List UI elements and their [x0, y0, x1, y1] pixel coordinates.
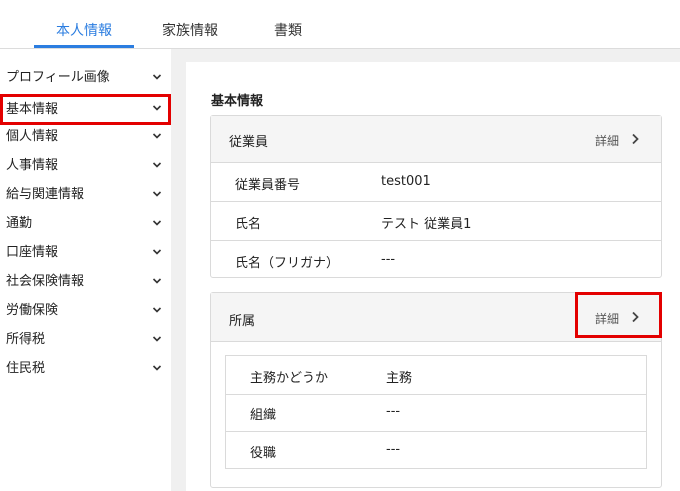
sidebar-item-label: 社会保険情報	[6, 274, 85, 289]
sidebar-item-hr[interactable]: 人事情報	[0, 152, 171, 180]
employee-detail-link[interactable]: 詳細	[595, 116, 645, 162]
sidebar-item-salary[interactable]: 給与関連情報	[0, 181, 171, 209]
sidebar-item-label: 口座情報	[6, 245, 59, 260]
row-value: テスト 従業員1	[381, 217, 472, 232]
sidebar-item-commute[interactable]: 通勤	[0, 210, 171, 238]
chevron-down-icon	[152, 191, 162, 197]
sidebar-item-basic-info[interactable]: 基本情報	[0, 94, 171, 125]
sidebar-item-label: 給与関連情報	[6, 187, 85, 202]
row-value: ---	[386, 404, 401, 419]
chevron-down-icon	[152, 249, 162, 255]
chevron-down-icon	[152, 307, 162, 313]
employee-card: 従業員 詳細 従業員番号 test001 氏名 テスト 従業員1 氏名（フリガナ…	[210, 115, 662, 278]
detail-highlight-box	[575, 292, 662, 338]
chevron-down-icon	[152, 74, 162, 80]
detail-label: 詳細	[595, 134, 620, 148]
chevron-down-icon	[152, 336, 162, 342]
sidebar-item-label: 個人情報	[6, 129, 59, 144]
tab-personal-info[interactable]: 本人情報	[34, 0, 134, 48]
row-key: 組織	[250, 408, 277, 423]
employee-card-header: 従業員 詳細	[211, 116, 661, 163]
row-key: 氏名	[235, 217, 262, 232]
sidebar-item-profile-image[interactable]: プロフィール画像	[0, 64, 171, 92]
sidebar-item-bank[interactable]: 口座情報	[0, 239, 171, 267]
top-tab-bar: 本人情報 家族情報 書類	[0, 0, 680, 49]
section-title: 基本情報	[211, 94, 264, 109]
table-row: 役職 ---	[226, 431, 646, 469]
table-row: 主務かどうか 主務	[226, 356, 646, 395]
chevron-right-icon	[632, 133, 639, 145]
row-value: test001	[381, 174, 431, 189]
row-value: ---	[386, 442, 401, 457]
row-key: 氏名（フリガナ）	[235, 256, 340, 271]
affiliation-card-title: 所属	[229, 314, 256, 329]
chevron-down-icon	[152, 133, 162, 139]
row-key: 従業員番号	[235, 178, 301, 193]
sidebar-item-label: 住民税	[6, 361, 46, 376]
sidebar-item-label: 労働保険	[6, 303, 59, 318]
sidebar-item-income-tax[interactable]: 所得税	[0, 326, 171, 354]
sidebar-item-social-insurance[interactable]: 社会保険情報	[0, 268, 171, 296]
sidebar-item-label: プロフィール画像	[6, 70, 110, 85]
tab-family-info[interactable]: 家族情報	[150, 0, 230, 48]
table-row: 組織 ---	[226, 393, 646, 432]
chevron-down-icon	[152, 365, 162, 371]
table-row: 氏名 テスト 従業員1	[211, 202, 661, 241]
table-row: 氏名（フリガナ） ---	[211, 241, 661, 279]
sidebar-item-label: 基本情報	[6, 102, 59, 117]
sidebar-item-label: 人事情報	[6, 158, 59, 173]
table-row: 従業員番号 test001	[211, 163, 661, 202]
sidebar-item-resident-tax[interactable]: 住民税	[0, 355, 171, 383]
affiliation-subtable: 主務かどうか 主務 組織 --- 役職 ---	[225, 355, 647, 469]
row-value: ---	[381, 252, 396, 267]
chevron-down-icon	[152, 278, 162, 284]
row-value: 主務	[386, 371, 413, 386]
tab-documents[interactable]: 書類	[258, 0, 318, 48]
chevron-down-icon	[152, 220, 162, 226]
sidebar-item-label: 所得税	[6, 332, 46, 347]
sidebar-item-personal[interactable]: 個人情報	[0, 123, 171, 151]
chevron-down-icon	[152, 105, 162, 111]
employee-card-title: 従業員	[229, 135, 269, 150]
row-key: 役職	[250, 446, 277, 461]
chevron-down-icon	[152, 162, 162, 168]
sidebar-item-labor-insurance[interactable]: 労働保険	[0, 297, 171, 325]
sidebar-item-label: 通勤	[6, 216, 33, 231]
row-key: 主務かどうか	[250, 371, 329, 386]
